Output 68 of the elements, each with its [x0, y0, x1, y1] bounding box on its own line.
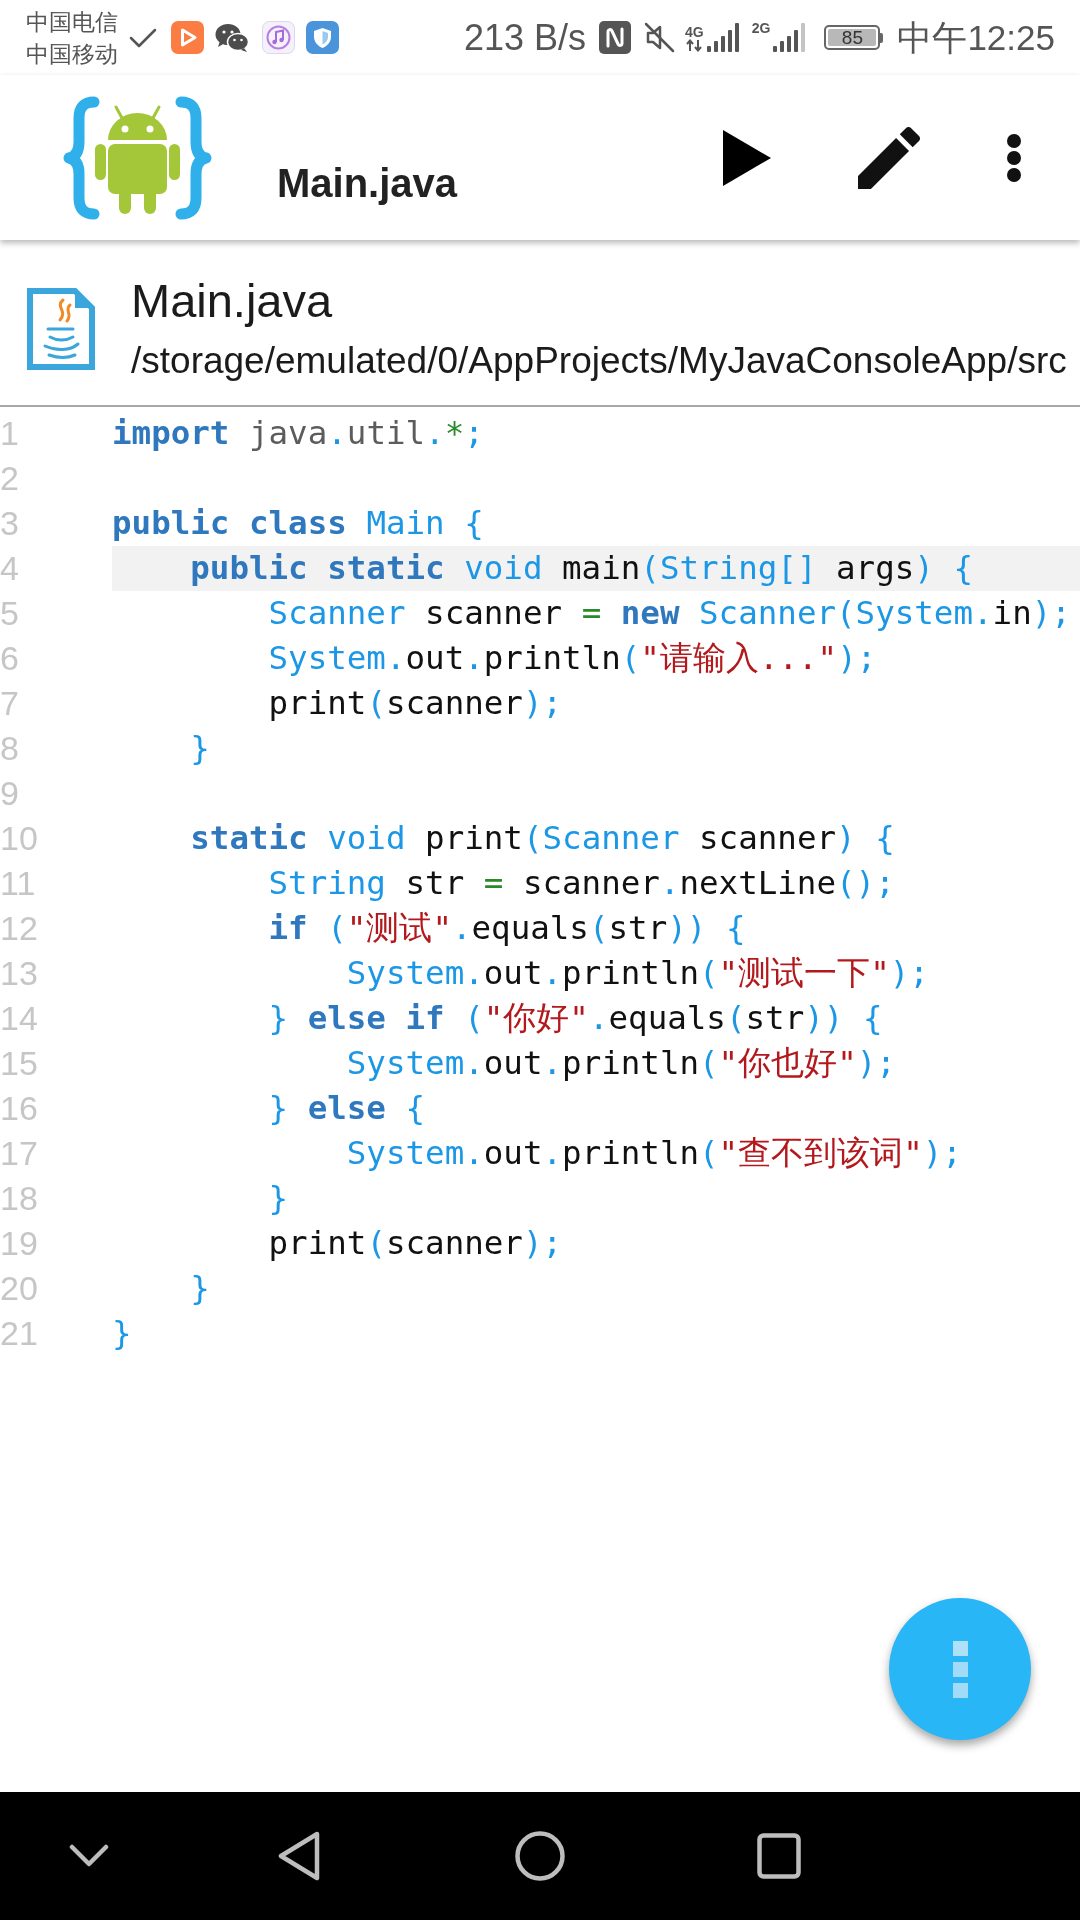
line-number: 11 — [0, 863, 36, 904]
code-line: System.out.println("查不到该词"); — [346, 1133, 962, 1174]
code-line: if ("测试".equals(str)) { — [268, 908, 746, 949]
file-name: Main.java — [131, 274, 333, 328]
line-number: 1 — [0, 413, 19, 454]
network-speed: 213 B/s — [463, 17, 587, 58]
check-icon — [129, 27, 157, 48]
clock: 中午12:25 — [897, 17, 1055, 58]
code-line: } — [268, 1178, 289, 1219]
code-line: } — [190, 728, 210, 769]
line-number: 8 — [0, 728, 19, 769]
code-line: public class Main { — [112, 503, 484, 544]
line-number: 17 — [0, 1133, 38, 1174]
code-line: static void print(Scanner scanner) { — [190, 818, 895, 859]
network-type-label: 2G — [751, 21, 771, 35]
chat-bubbles-icon — [215, 22, 249, 53]
line-number: 20 — [0, 1268, 38, 1309]
code-line: System.out.println("测试一下"); — [346, 953, 929, 994]
code-line: } else { — [268, 1088, 426, 1129]
line-number: 21 — [0, 1313, 38, 1354]
file-icon — [26, 286, 96, 371]
line-number: 4 — [0, 548, 19, 589]
battery-indicator: 85 — [824, 25, 884, 50]
music-note-icon — [262, 21, 295, 54]
line-number: 10 — [0, 818, 38, 859]
line-number: 16 — [0, 1088, 38, 1129]
line-number: 13 — [0, 953, 38, 994]
line-number: 7 — [0, 683, 19, 724]
code-line: System.out.println("请输入..."); — [268, 638, 877, 679]
recents-icon — [757, 1833, 801, 1879]
code-line: } — [112, 1313, 132, 1354]
back-icon — [277, 1831, 321, 1881]
code-line: System.out.println("你也好"); — [346, 1043, 896, 1084]
code-line: print(scanner); — [268, 683, 563, 724]
line-number: 19 — [0, 1223, 38, 1264]
signal-bars-icon — [771, 23, 808, 52]
more-icon — [1007, 133, 1021, 182]
more-icon — [952, 1640, 968, 1698]
line-number: 12 — [0, 908, 38, 949]
pencil-icon — [858, 126, 920, 189]
line-number: 6 — [0, 638, 19, 679]
line-number: 5 — [0, 593, 19, 634]
line-number: 14 — [0, 998, 38, 1039]
play-icon — [723, 129, 771, 186]
toolbar-title: Main.java — [277, 159, 458, 206]
carrier-name: 中国移动 — [26, 39, 118, 69]
line-number: 18 — [0, 1178, 38, 1219]
shield-app-icon — [306, 21, 339, 54]
code-line: print(scanner); — [268, 1223, 563, 1264]
data-arrows-icon — [685, 39, 704, 52]
line-number: 15 — [0, 1043, 38, 1084]
home-icon — [515, 1831, 565, 1881]
signal-bars-icon — [704, 23, 741, 52]
play-app-icon — [171, 21, 204, 54]
carrier-name: 中国电信 — [26, 7, 118, 37]
code-line: String str = scanner.nextLine(); — [268, 863, 895, 904]
line-number: 9 — [0, 773, 19, 814]
code-line: import java.util.*; — [112, 413, 484, 454]
mute-icon — [643, 21, 677, 54]
code-line: } else if ("你好".equals(str)) { — [268, 998, 883, 1039]
network-type-label: 4G — [685, 25, 704, 39]
line-number: 3 — [0, 503, 19, 544]
line-number: 2 — [0, 458, 19, 499]
chevron-down-icon — [69, 1844, 109, 1868]
nfc-icon — [599, 21, 632, 54]
file-path: /storage/emulated/0/AppProjects/MyJavaConsoleApp/src — [131, 339, 1067, 383]
code-line: } — [190, 1268, 210, 1309]
code-line: Scanner scanner = new Scanner(System.in); — [268, 593, 1071, 634]
